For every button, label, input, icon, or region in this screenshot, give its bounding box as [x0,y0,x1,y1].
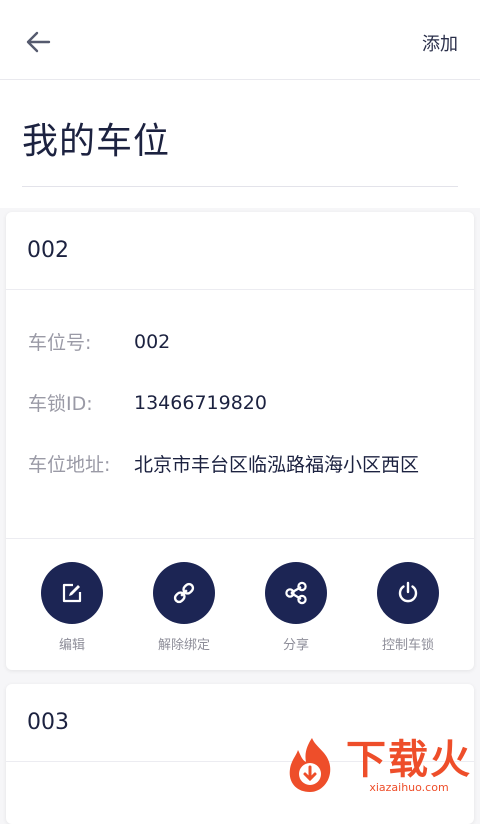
field-label: 车锁ID: [28,393,93,415]
edit-button-circle[interactable] [41,562,103,624]
action-label: 解除绑定 [157,638,210,653]
control-lock-button-circle[interactable] [377,562,439,624]
field-space-number: 车位号: 002 [28,328,170,355]
share-icon [285,581,307,605]
add-button[interactable]: 添加 [422,30,458,56]
link-icon [173,582,195,604]
field-lock-id: 车锁ID: 13466719820 [28,389,267,416]
control-lock-button[interactable]: 控制车锁 [358,562,458,653]
edit-icon [62,583,82,603]
watermark-en: xiazaihuo.com [369,781,449,794]
watermark: 下载火 xiazaihuo.com [282,736,472,794]
edit-button[interactable]: 编辑 [22,562,122,653]
card-title: 002 [6,212,474,290]
back-button[interactable] [18,24,58,60]
field-label: 车位地址: [28,454,111,476]
field-label: 车位号: [28,332,92,354]
arrow-left-icon [26,31,51,53]
watermark-cn: 下载火 [346,737,472,783]
share-button-circle[interactable] [265,562,327,624]
parking-space-card: 002 车位号: 002 车锁ID: 13466719820 车位地址: 北京市… [6,212,474,670]
action-label: 分享 [282,638,309,653]
field-address: 车位地址: 北京市丰台区临泓路福海小区西区 [28,450,419,477]
page-title: 我的车位 [22,121,171,162]
power-icon [398,581,418,603]
top-bar: 添加 [0,0,480,80]
share-button[interactable]: 分享 [246,562,346,653]
title-divider [22,186,458,187]
action-label: 编辑 [58,638,85,653]
action-label: 控制车锁 [381,638,434,653]
actions-divider [6,538,474,539]
field-value: 002 [134,330,171,353]
watermark-text: 下载火 xiazaihuo.com [346,738,472,794]
field-value: 13466719820 [134,391,267,414]
field-value: 北京市丰台区临泓路福海小区西区 [134,454,420,476]
unbind-button[interactable]: 解除绑定 [134,562,234,653]
unbind-button-circle[interactable] [153,562,215,624]
flame-logo-icon [289,738,331,792]
